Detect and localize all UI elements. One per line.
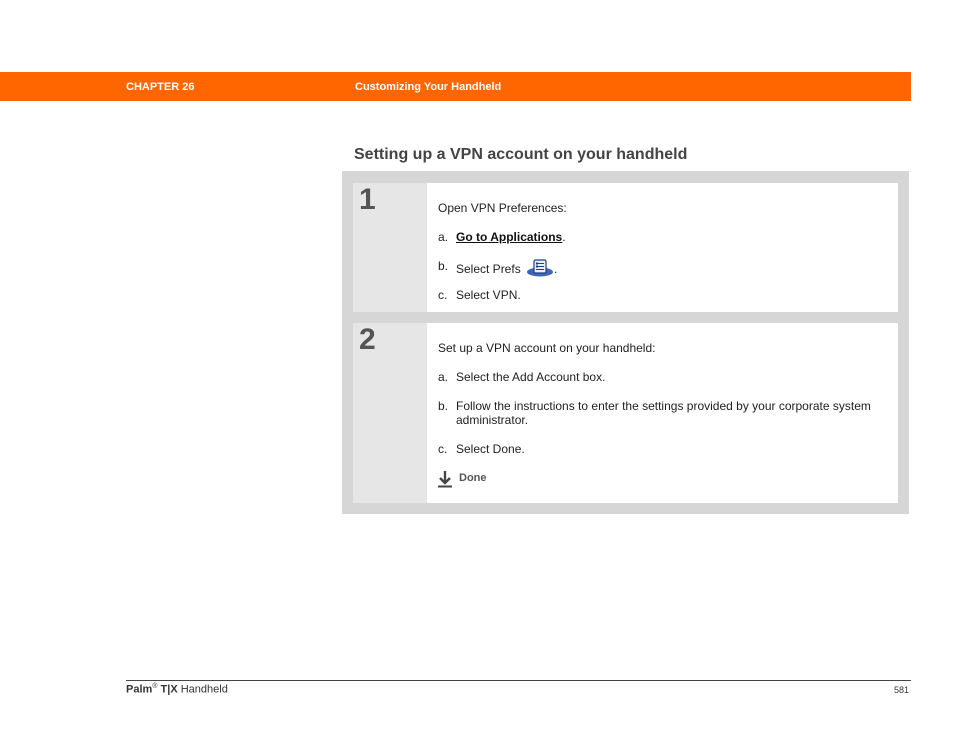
item-label: Select Prefs [456,262,521,276]
item-text: Select Done. [456,442,525,456]
done-label: Done [459,472,487,484]
item-suffix: . [554,262,558,276]
chapter-title: Customizing Your Handheld [355,81,502,93]
item-suffix: . [562,230,566,244]
footer-product-name: Handheld [180,683,228,696]
chapter-number: CHAPTER 26 [126,81,195,93]
item-letter: a. [438,230,449,244]
go-to-applications-link[interactable]: Go to Applications [456,230,562,244]
steps-box: 1 Open VPN Preferences: a. Go to Applica… [342,171,909,514]
chapter-header-bar: CHAPTER 26 Customizing Your Handheld [0,72,911,101]
footer-brand: Palm [126,683,153,696]
page-number: 581 [894,685,910,695]
step-2: 2 Set up a VPN account on your handheld:… [353,323,898,503]
item-text: Follow the instructions to enter the set… [456,399,871,427]
footer-divider [126,680,911,681]
prefs-icon [526,259,554,280]
footer-product: Palm® T|X Handheld [126,683,228,696]
done-arrow-icon [438,470,452,491]
step-intro: Open VPN Preferences: [438,201,567,215]
step-1: 1 Open VPN Preferences: a. Go to Applica… [353,183,898,312]
step-intro: Set up a VPN account on your handheld: [438,341,656,355]
step-number-column: 1 [353,183,427,312]
item-letter: c. [438,288,448,302]
item-text: Go to Applications. [456,230,876,244]
item-text: Select Prefs . [456,259,876,280]
step-number: 2 [359,323,376,356]
item-letter: a. [438,370,449,384]
item-text: Select VPN. [456,288,521,302]
item-letter: b. [438,259,449,273]
footer-reg-mark: ® [152,683,158,690]
step-number: 1 [359,183,376,216]
footer-model: T|X [160,683,178,696]
item-letter: b. [438,399,449,413]
step-number-column: 2 [353,323,427,503]
section-title: Setting up a VPN account on your handhel… [354,146,688,163]
item-letter: c. [438,442,448,456]
item-text: Select the Add Account box. [456,370,606,384]
